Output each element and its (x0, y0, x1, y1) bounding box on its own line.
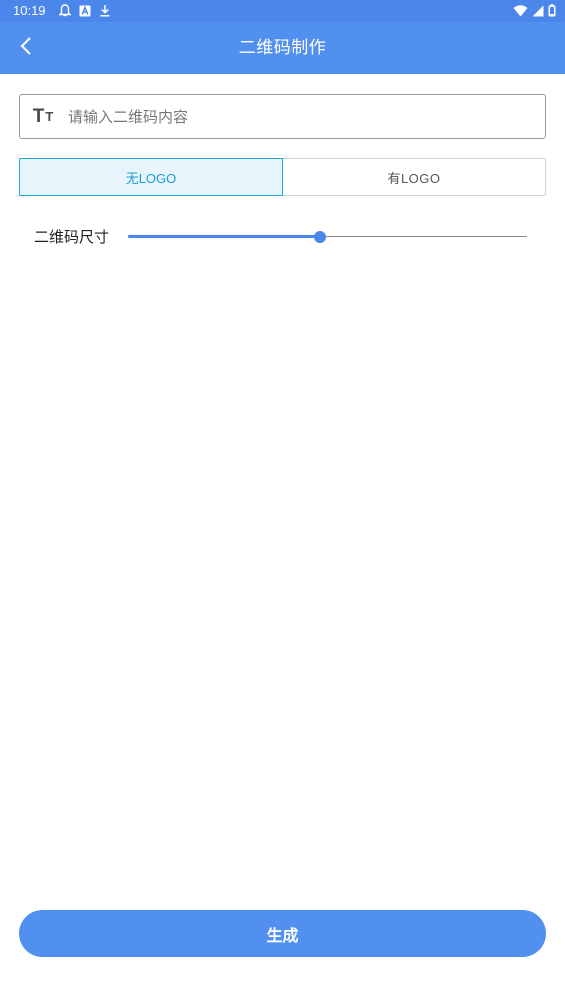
qr-size-slider[interactable] (128, 229, 527, 245)
download-icon (99, 2, 111, 21)
app-a-icon (79, 2, 91, 21)
generate-button[interactable]: 生成 (19, 910, 546, 957)
status-right-icons (513, 2, 556, 21)
qr-size-label: 二维码尺寸 (34, 228, 110, 246)
logo-toggle: 无LOGO 有LOGO (19, 158, 546, 196)
page-title: 二维码制作 (238, 38, 327, 58)
status-left-icons (58, 2, 111, 21)
status-bar: 10:19 (0, 0, 565, 22)
no-logo-option[interactable]: 无LOGO (19, 158, 283, 196)
text-size-icon: TT (32, 105, 54, 127)
status-time: 10:19 (13, 3, 46, 18)
content-input-field[interactable]: TT (19, 94, 546, 139)
battery-icon (548, 2, 556, 21)
notification-bell-icon (58, 2, 72, 21)
with-logo-option[interactable]: 有LOGO (283, 158, 546, 196)
content-input[interactable] (66, 95, 545, 138)
signal-icon (532, 2, 544, 21)
slider-thumb[interactable] (313, 231, 326, 243)
slider-fill (128, 235, 320, 238)
app-bar: 二维码制作 (0, 22, 565, 74)
wifi-icon (513, 2, 528, 21)
